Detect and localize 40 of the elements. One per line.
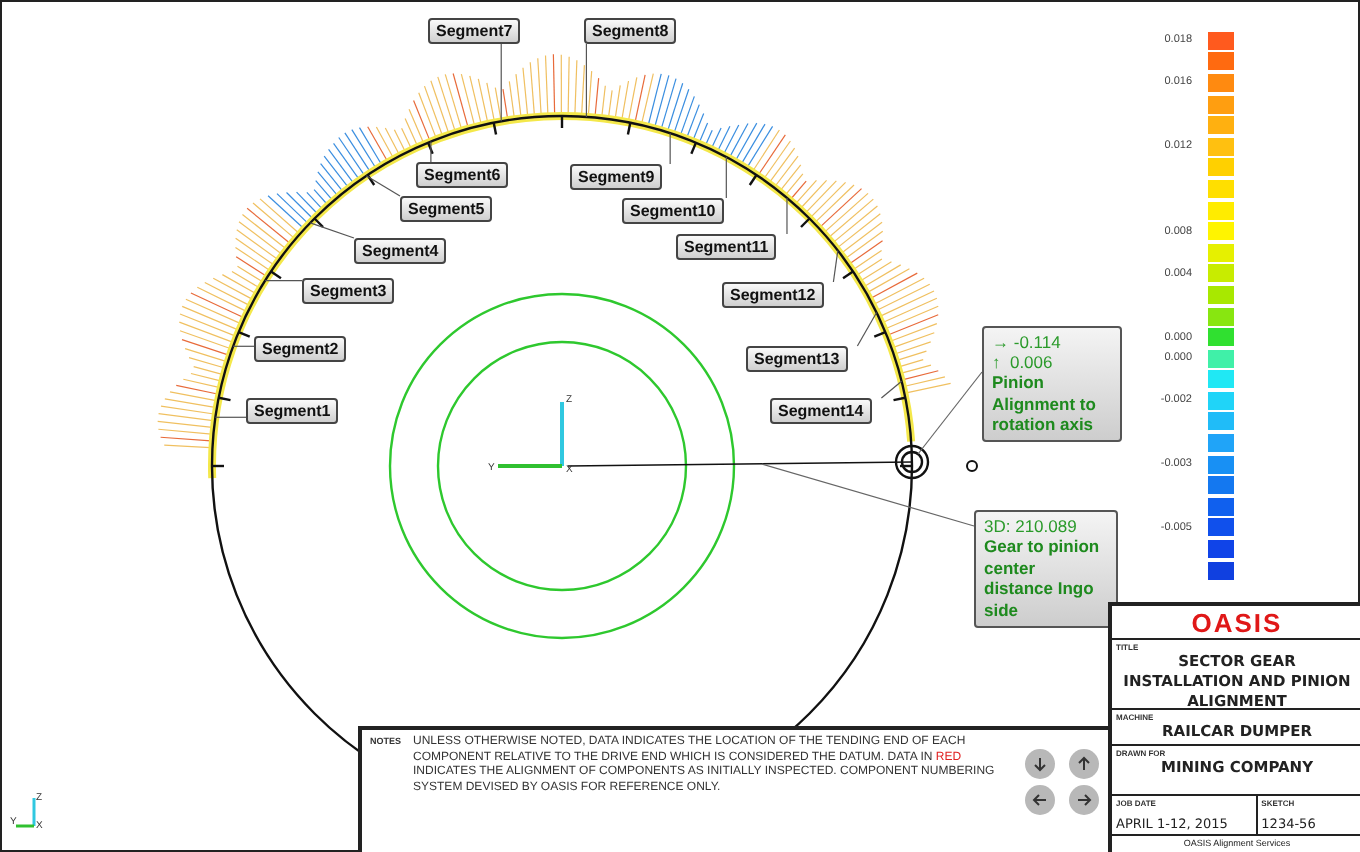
- company-logo: OASIS: [1112, 606, 1360, 640]
- segment-label: Segment7: [428, 18, 521, 44]
- arrow-up-icon[interactable]: [1068, 748, 1100, 780]
- marker-circle: [966, 460, 978, 472]
- arrow-left-icon[interactable]: [1024, 784, 1056, 816]
- segment-label: Segment9: [570, 164, 663, 190]
- segment-label: Segment4: [354, 238, 447, 264]
- segment-label: Segment3: [302, 278, 395, 304]
- leader-line: [232, 345, 255, 347]
- segment-label: Segment2: [254, 336, 347, 362]
- callout-value: → -0.114: [992, 332, 1063, 352]
- segment-label: Segment11: [676, 234, 777, 260]
- callout-caption: Pinion Alignment to rotation axis: [992, 372, 1098, 436]
- leader-line: [309, 222, 355, 239]
- segment-label: Segment13: [746, 346, 848, 372]
- arrow-right-icon[interactable]: [1068, 784, 1100, 816]
- segment-label: Segment14: [770, 398, 872, 424]
- leader-line: [725, 156, 727, 199]
- leader-line: [917, 371, 983, 455]
- leader-line: [500, 43, 502, 122]
- leader-line: [880, 380, 903, 399]
- leader-line: [365, 175, 401, 197]
- callout-value: ↑ 0.006: [992, 352, 1055, 372]
- segment-label: Segment12: [722, 282, 824, 308]
- arrow-down-icon[interactable]: [1024, 748, 1056, 780]
- leader-line: [786, 197, 788, 235]
- leader-line: [264, 279, 303, 282]
- segment-label: Segment6: [416, 162, 509, 188]
- callout-value: 3D: 210.089: [984, 516, 1079, 536]
- leader-line: [430, 140, 432, 163]
- segment-label: Segment10: [622, 198, 724, 224]
- leader-line: [669, 132, 671, 165]
- leader-line: [832, 249, 839, 283]
- callout-caption: Gear to pinion center distance Ingo side: [984, 536, 1102, 621]
- leader-line: [585, 43, 587, 118]
- segment-label: Segment8: [584, 18, 677, 44]
- segment-label: Segment5: [400, 196, 493, 222]
- leader-line: [214, 416, 247, 418]
- leader-line: [856, 311, 878, 347]
- segment-label: Segment1: [246, 398, 339, 424]
